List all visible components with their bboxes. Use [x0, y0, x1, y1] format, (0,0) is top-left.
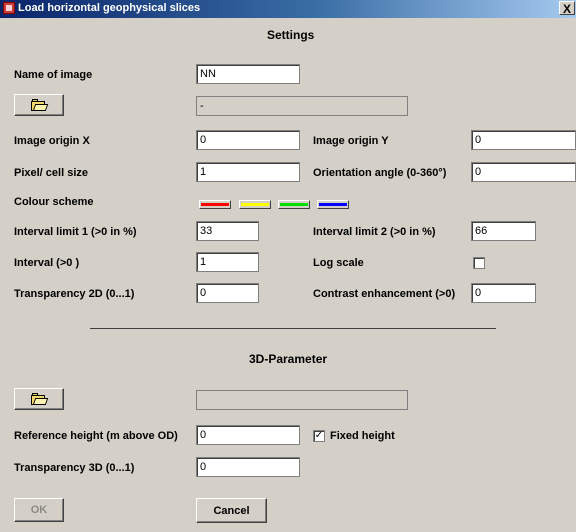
interval-limit-1-input[interactable]: 33 [196, 221, 259, 241]
image-path-field: - [196, 96, 408, 116]
contrast-enhancement-input[interactable]: 0 [471, 283, 536, 303]
contrast-enhancement-label: Contrast enhancement (>0) [313, 288, 456, 300]
browse-3d-button[interactable] [14, 388, 64, 410]
reference-height-input[interactable]: 0 [196, 425, 300, 445]
log-scale-checkbox[interactable] [473, 257, 485, 269]
section-divider [90, 328, 496, 329]
transparency-3d-input[interactable]: 0 [196, 457, 300, 477]
browse-image-button[interactable] [14, 94, 64, 116]
settings-heading: Settings [267, 28, 315, 42]
name-of-image-label: Name of image [14, 69, 93, 81]
ok-button[interactable]: OK [14, 498, 64, 522]
log-scale-label: Log scale [313, 257, 364, 269]
close-button[interactable]: X [559, 1, 575, 16]
pixel-cell-size-label: Pixel/ cell size [14, 167, 88, 179]
open-folder-icon [31, 99, 49, 111]
app-icon [3, 2, 15, 14]
interval-limit-1-label: Interval limit 1 (>0 in %) [14, 226, 137, 238]
window-title: Load horizontal geophysical slices [18, 2, 201, 14]
name-of-image-input[interactable]: NN [196, 64, 300, 84]
interval-limit-2-label: Interval limit 2 (>0 in %) [313, 226, 436, 238]
colour-swatch-blue[interactable] [317, 200, 349, 209]
transparency-2d-label: Transparency 2D (0...1) [14, 288, 135, 300]
colour-swatch-green[interactable] [278, 200, 310, 209]
pixel-cell-size-input[interactable]: 1 [196, 162, 300, 182]
colour-swatch-yellow[interactable] [239, 200, 271, 209]
image-origin-x-input[interactable]: 0 [196, 130, 300, 150]
colour-scheme-label: Colour scheme [14, 196, 94, 208]
reference-height-label: Reference height (m above OD) [14, 430, 178, 442]
fixed-height-label: Fixed height [330, 430, 395, 442]
transparency-3d-label: Transparency 3D (0...1) [14, 462, 135, 474]
interval-limit-2-input[interactable]: 66 [471, 221, 536, 241]
interval-input[interactable]: 1 [196, 252, 259, 272]
cancel-button[interactable]: Cancel [196, 498, 267, 523]
fixed-height-checkbox[interactable]: ✓ [313, 430, 325, 442]
image-origin-y-label: Image origin Y [313, 135, 389, 147]
title-bar: Load horizontal geophysical slices X [0, 0, 576, 18]
colour-swatch-red[interactable] [199, 200, 231, 209]
open-folder-icon [31, 393, 49, 405]
image-origin-y-input[interactable]: 0 [471, 130, 576, 150]
interval-label: Interval (>0 ) [14, 257, 80, 269]
image-origin-x-label: Image origin X [14, 135, 90, 147]
orientation-angle-input[interactable]: 0 [471, 162, 576, 182]
3d-path-field [196, 390, 408, 410]
orientation-angle-label: Orientation angle (0-360°) [313, 167, 447, 179]
transparency-2d-input[interactable]: 0 [196, 283, 259, 303]
parameter-3d-heading: 3D-Parameter [249, 352, 328, 366]
